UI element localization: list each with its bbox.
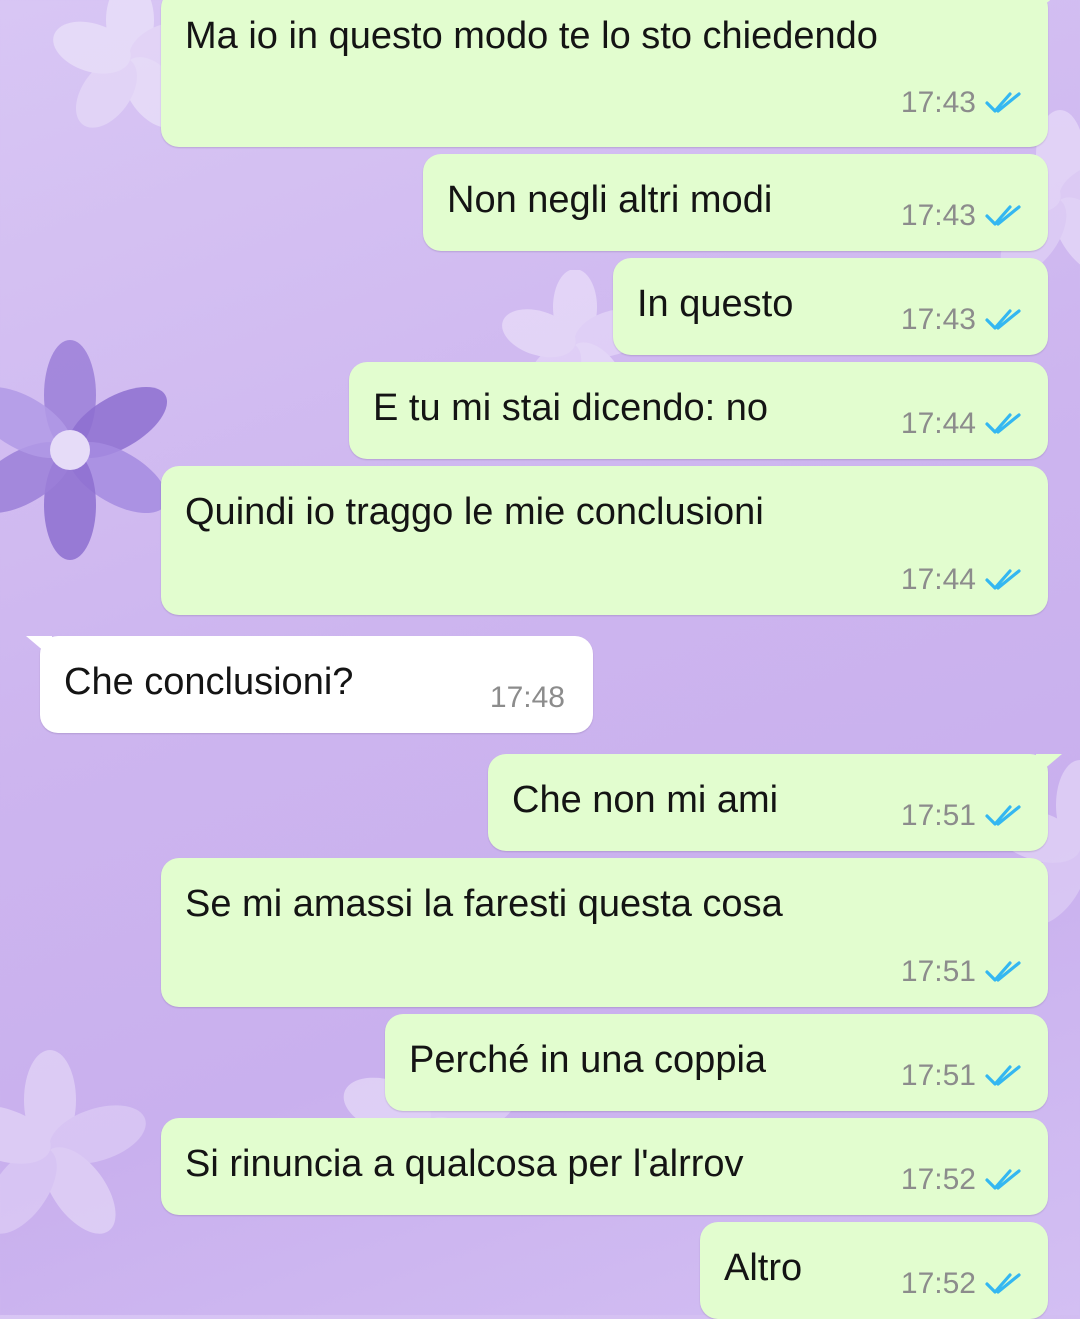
message-text: In questo xyxy=(637,283,794,325)
message-bubble-outgoing[interactable]: Altro 17:52 xyxy=(700,1222,1048,1319)
double-check-read-icon xyxy=(985,413,1021,434)
message-time: 17:44 xyxy=(900,407,976,440)
message-time: 17:51 xyxy=(900,1059,976,1092)
message-text: Che conclusioni? xyxy=(64,661,354,703)
message-time: 17:43 xyxy=(900,303,976,336)
message-text: Perché in una coppia xyxy=(409,1039,767,1081)
message-text: Si rinuncia a qualcosa per l'alrrov xyxy=(185,1143,744,1185)
message-bubble-outgoing[interactable]: Che non mi ami 17:51 xyxy=(488,754,1062,851)
message-text: Quindi io traggo le mie conclusioni xyxy=(185,491,764,533)
bubble-tail xyxy=(1036,754,1062,776)
message-time: 17:52 xyxy=(900,1267,976,1300)
message-text: Se mi amassi la faresti questa cosa xyxy=(185,883,783,925)
message-text: Che non mi ami xyxy=(512,779,779,821)
message-bubble-outgoing[interactable]: In questo 17:43 xyxy=(613,258,1048,355)
message-list: Ma io in questo modo te lo sto chiedendo… xyxy=(0,0,1080,1319)
message-bubble-outgoing[interactable]: Non negli altri modi 17:43 xyxy=(423,154,1048,251)
message-bubble-outgoing[interactable]: E tu mi stai dicendo: no 17:44 xyxy=(349,362,1048,459)
message-time: 17:51 xyxy=(900,955,976,988)
double-check-read-icon xyxy=(985,805,1021,826)
message-bubble-outgoing[interactable]: Perché in una coppia 17:51 xyxy=(385,1014,1048,1111)
double-check-read-icon xyxy=(985,961,1021,982)
double-check-read-icon xyxy=(985,309,1021,330)
message-time: 17:48 xyxy=(489,681,565,714)
double-check-read-icon xyxy=(985,92,1021,113)
double-check-read-icon xyxy=(985,569,1021,590)
message-bubble-outgoing[interactable]: Si rinuncia a qualcosa per l'alrrov 17:5… xyxy=(161,1118,1048,1215)
bubble-tail xyxy=(1036,0,1062,12)
message-bubble-incoming[interactable]: Che conclusioni? 17:48 xyxy=(26,636,593,733)
message-bubble-outgoing[interactable]: Ma io in questo modo te lo sto chiedendo… xyxy=(161,0,1062,147)
double-check-read-icon xyxy=(985,1065,1021,1086)
message-bubble-outgoing[interactable]: Se mi amassi la faresti questa cosa 17:5… xyxy=(161,858,1048,1007)
double-check-read-icon xyxy=(985,205,1021,226)
message-bubble-outgoing[interactable]: Quindi io traggo le mie conclusioni 17:4… xyxy=(161,466,1048,615)
message-time: 17:52 xyxy=(900,1163,976,1196)
message-text: Altro xyxy=(724,1247,803,1289)
bubble-tail xyxy=(26,636,52,658)
message-text: Ma io in questo modo te lo sto chiedendo xyxy=(185,15,878,57)
message-time: 17:44 xyxy=(900,563,976,596)
message-text: Non negli altri modi xyxy=(447,179,773,221)
message-time: 17:43 xyxy=(900,86,976,119)
double-check-read-icon xyxy=(985,1169,1021,1190)
double-check-read-icon xyxy=(985,1273,1021,1294)
message-time: 17:51 xyxy=(900,799,976,832)
message-time: 17:43 xyxy=(900,199,976,232)
message-text: E tu mi stai dicendo: no xyxy=(373,387,768,429)
